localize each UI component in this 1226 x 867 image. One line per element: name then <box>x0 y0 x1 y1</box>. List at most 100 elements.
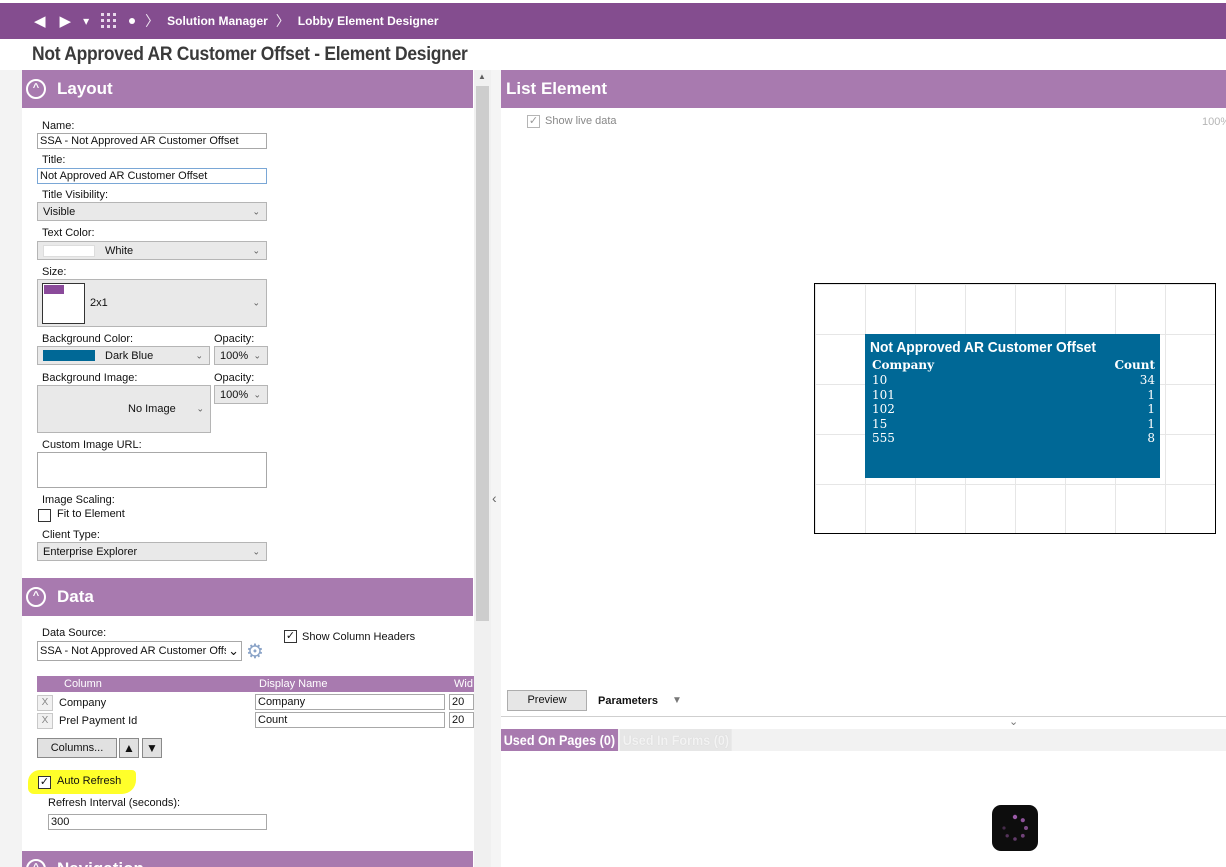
tile-header-company: Company <box>872 358 935 372</box>
chevron-down-icon: ⌄ <box>252 206 260 216</box>
collapse-icon[interactable]: ^ <box>26 587 46 607</box>
size-label: Size: <box>42 266 67 278</box>
name-field[interactable]: SSA - Not Approved AR Customer Offset <box>37 133 267 149</box>
move-up-button[interactable]: ▲ <box>119 738 139 758</box>
tile-row-count: 34 <box>1139 373 1155 387</box>
column-header-column: Column <box>64 678 102 690</box>
move-down-button[interactable]: ▼ <box>142 738 162 758</box>
refresh-interval-field[interactable]: 300 <box>48 814 267 830</box>
tile-row-company: 555 <box>872 431 895 445</box>
zoom-level: 100% <box>1202 116 1226 128</box>
data-source-select[interactable]: SSA - Not Approved AR Customer Offs ⌄ <box>37 641 242 661</box>
page-title: Not Approved AR Customer Offset - Elemen… <box>32 44 468 65</box>
scroll-thumb[interactable] <box>476 86 489 621</box>
usage-tabs: Used On Pages (0) Used In Forms (0) <box>501 729 1226 751</box>
tab-used-on-pages[interactable]: Used On Pages (0) <box>501 729 618 751</box>
navigation-section-title: Navigation <box>57 859 144 867</box>
tile-row: 101 1 <box>872 388 1155 402</box>
size-select[interactable]: 2x1 ⌄ <box>37 279 267 327</box>
navigation-section-header[interactable]: ^ Navigation <box>22 851 473 867</box>
history-dropdown-icon[interactable]: ▾ <box>83 14 89 28</box>
columns-table-header: Column Display Name Wid <box>37 676 474 692</box>
home-dot-icon[interactable] <box>129 18 136 24</box>
show-live-data-checkbox[interactable]: ✓ <box>527 115 540 128</box>
text-color-label: Text Color: <box>42 227 95 239</box>
size-value: 2x1 <box>90 297 108 309</box>
expand-chevron-icon[interactable]: ⌄ <box>1009 715 1018 728</box>
tile-header-row: Company Count <box>872 358 1155 372</box>
tile-row-company: 101 <box>872 388 895 402</box>
custom-image-url-field[interactable] <box>37 452 267 488</box>
tile-row-count: 1 <box>1147 417 1155 431</box>
tile-title: Not Approved AR Customer Offset <box>870 339 1096 356</box>
app-grid-icon[interactable] <box>101 13 117 29</box>
list-element-tile[interactable]: Not Approved AR Customer Offset Company … <box>865 334 1160 478</box>
fit-to-element-checkbox[interactable] <box>38 509 51 522</box>
title-field[interactable]: Not Approved AR Customer Offset <box>37 168 267 184</box>
title-visibility-select[interactable]: Visible ⌄ <box>37 202 267 221</box>
scroll-up-icon[interactable]: ▲ <box>478 72 486 81</box>
panel-divider <box>501 716 1226 717</box>
bg-color-swatch <box>43 350 95 361</box>
name-label: Name: <box>42 120 75 132</box>
bg-image-value: No Image <box>128 403 176 415</box>
bg-color-select[interactable]: Dark Blue ⌄ <box>37 346 210 365</box>
title-visibility-label: Title Visibility: <box>42 189 109 201</box>
tile-row-count: 1 <box>1147 388 1155 402</box>
chevron-down-icon: ⌄ <box>252 245 260 255</box>
bg-color-label: Background Color: <box>42 333 134 345</box>
size-preview <box>42 283 85 324</box>
display-name-field[interactable]: Count <box>255 712 445 728</box>
breadcrumb-solution-manager[interactable]: Solution Manager <box>167 14 268 28</box>
width-field[interactable]: 20 <box>449 694 474 710</box>
list-element-header: List Element <box>501 70 1226 108</box>
left-panel-scrollbar[interactable]: ▲ <box>474 70 491 867</box>
width-field[interactable]: 20 <box>449 712 474 728</box>
tile-row: 15 1 <box>872 417 1155 431</box>
chevron-down-icon: ⌄ <box>196 403 204 414</box>
breadcrumb-lobby-element-designer[interactable]: Lobby Element Designer <box>298 14 439 28</box>
data-section-header[interactable]: ^ Data <box>22 578 473 616</box>
remove-row-button[interactable]: X <box>37 713 53 729</box>
breadcrumb-separator-icon: 〉 <box>145 13 160 29</box>
parameters-dropdown-icon[interactable]: ▼ <box>672 695 682 706</box>
back-arrow-icon[interactable]: ◀ <box>34 12 46 30</box>
tile-row-company: 15 <box>872 417 888 431</box>
client-type-label: Client Type: <box>42 529 100 541</box>
collapse-left-icon[interactable]: ‹ <box>492 490 497 506</box>
tile-row-company: 102 <box>872 402 895 416</box>
show-column-headers-label: Show Column Headers <box>302 631 416 643</box>
collapse-icon[interactable]: ^ <box>26 859 46 867</box>
text-color-select[interactable]: White ⌄ <box>37 241 267 260</box>
display-name-field[interactable]: Company <box>255 694 445 710</box>
show-column-headers-checkbox[interactable]: ✓ <box>284 630 297 643</box>
parameters-toggle[interactable]: Parameters <box>598 695 658 707</box>
custom-image-url-label: Custom Image URL: <box>42 439 142 451</box>
remove-row-button[interactable]: X <box>37 695 53 711</box>
opacity-select[interactable]: 100% ⌄ <box>214 346 268 365</box>
client-type-select[interactable]: Enterprise Explorer ⌄ <box>37 542 267 561</box>
gear-icon[interactable]: ⚙ <box>246 639 264 664</box>
collapse-icon[interactable]: ^ <box>26 79 46 99</box>
chevron-down-icon: ⌄ <box>253 350 261 360</box>
column-header-display-name: Display Name <box>259 678 328 690</box>
text-color-value: White <box>105 244 134 257</box>
data-source-label: Data Source: <box>42 627 107 639</box>
tab-used-in-forms[interactable]: Used In Forms (0) <box>620 729 732 751</box>
opacity2-select[interactable]: 100% ⌄ <box>214 385 268 404</box>
bg-image-select[interactable]: No Image ⌄ <box>37 385 211 433</box>
data-source-value: SSA - Not Approved AR Customer Offs <box>40 645 226 657</box>
bg-color-value: Dark Blue <box>105 349 154 362</box>
image-scaling-label: Image Scaling: <box>42 494 115 506</box>
nav-strip: ◀ ▶ ▾ 〉 Solution Manager 〉 Lobby Element… <box>0 3 1226 39</box>
column-header-width: Wid <box>454 678 473 690</box>
forward-arrow-icon[interactable]: ▶ <box>60 12 72 30</box>
panel-splitter[interactable] <box>491 70 501 867</box>
tile-row-count: 8 <box>1147 431 1155 445</box>
row-column-name: Company <box>59 697 107 709</box>
columns-button[interactable]: Columns... <box>37 738 117 758</box>
preview-button[interactable]: Preview <box>507 690 587 711</box>
auto-refresh-checkbox[interactable]: ✓ <box>38 776 51 789</box>
tile-row-company: 10 <box>872 373 888 387</box>
layout-section-header[interactable]: ^ Layout <box>22 70 473 108</box>
